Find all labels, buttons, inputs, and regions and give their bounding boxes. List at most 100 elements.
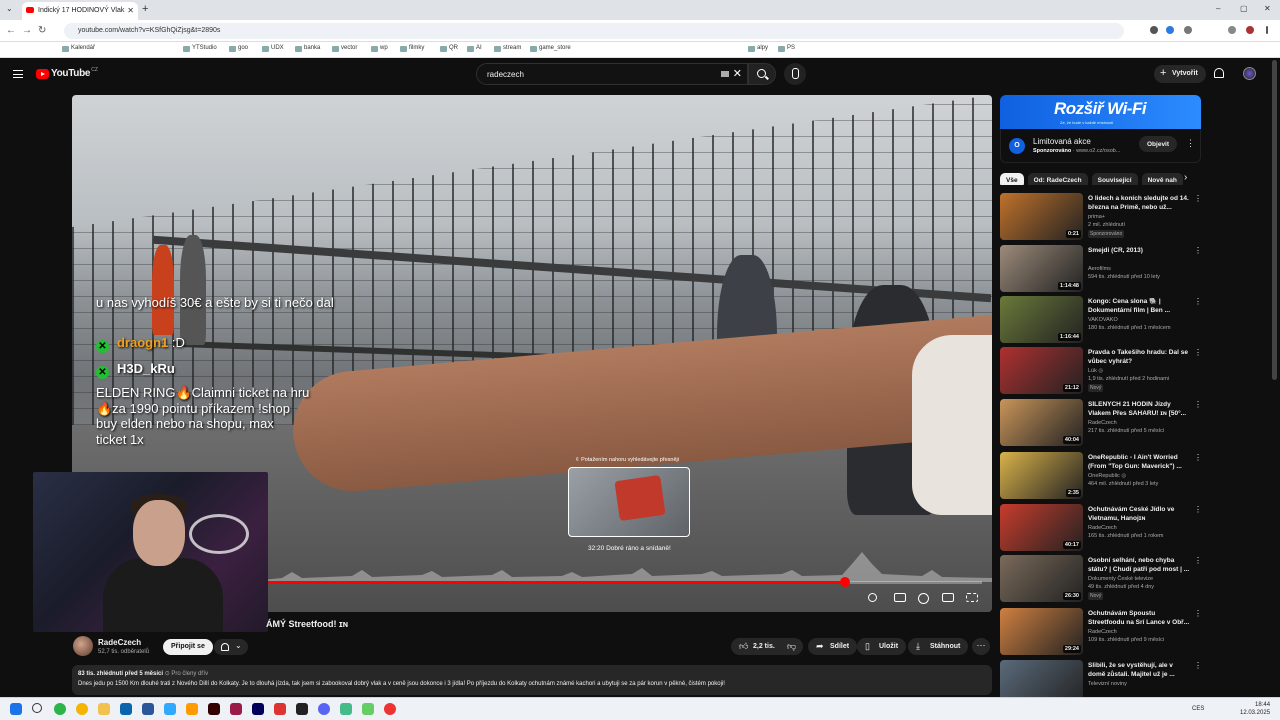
video-channel[interactable]: Televizní noviny xyxy=(1088,681,1127,687)
bookmark-item[interactable]: filmky xyxy=(400,45,424,52)
premiere-icon[interactable] xyxy=(252,703,264,715)
extension-icon[interactable] xyxy=(1228,26,1236,34)
autoplay-toggle-icon[interactable] xyxy=(868,593,877,602)
more-options-icon[interactable]: ⋮ xyxy=(1194,505,1202,514)
keyboard-icon[interactable] xyxy=(721,71,729,77)
menu-icon[interactable] xyxy=(13,70,23,78)
tab-close-icon[interactable]: ✕ xyxy=(127,6,134,15)
recommended-video[interactable]: 29:24 Ochutnávám Spoustu Streetfoodu na S… xyxy=(1000,608,1205,656)
miniplayer-icon[interactable] xyxy=(942,593,954,602)
video-thumbnail[interactable]: 21:12 xyxy=(1000,347,1083,394)
bookmark-item[interactable]: Kalendář xyxy=(62,45,95,52)
more-options-icon[interactable]: ⋮ xyxy=(1194,609,1202,618)
app-icon[interactable] xyxy=(362,703,374,715)
video-thumbnail[interactable]: 0:21 xyxy=(1000,193,1083,240)
video-channel[interactable]: RadeCzech xyxy=(1088,629,1117,635)
video-title[interactable]: O lidech a koních sledujte od 14. března… xyxy=(1088,195,1190,212)
bookmark-item[interactable]: AI xyxy=(467,45,482,52)
chip-from-channel[interactable]: Od: RadeCzech xyxy=(1027,173,1088,185)
chip-related[interactable]: Související xyxy=(1091,173,1138,185)
channel-avatar[interactable] xyxy=(73,636,93,656)
download-button[interactable]: ⤓ Stáhnout xyxy=(908,638,969,655)
bookmark-item[interactable]: YTStudio xyxy=(183,45,217,52)
app-icon[interactable] xyxy=(340,703,352,715)
video-thumbnail[interactable]: 1:14:48 xyxy=(1000,245,1083,292)
new-tab-icon[interactable]: + xyxy=(142,3,148,15)
language-indicator[interactable]: CES xyxy=(1192,706,1204,712)
extension-icon[interactable] xyxy=(1166,26,1174,34)
more-actions-icon[interactable]: ⋯ xyxy=(972,638,990,655)
video-channel[interactable]: VAKOVAKO xyxy=(1088,317,1118,323)
recommended-video[interactable]: 40:17 Ochutnávám České Jídlo ve Vietnamu,… xyxy=(1000,504,1205,552)
more-options-icon[interactable]: ⋮ xyxy=(1194,661,1202,670)
recommended-video[interactable]: 26:30 Osobní selhání, nebo chyba státu? |… xyxy=(1000,555,1205,603)
recommended-video[interactable]: 40:04 ŠÍLENÝCH 21 HODIN Jízdy Vlakem Přes… xyxy=(1000,399,1205,447)
notifications-icon[interactable] xyxy=(1214,68,1224,78)
chevron-right-icon[interactable]: › xyxy=(1184,172,1187,183)
video-channel[interactable]: Lük ◎ xyxy=(1088,368,1103,374)
bookmark-item[interactable]: vector xyxy=(332,45,357,52)
bookmark-item[interactable]: PS xyxy=(778,45,795,52)
spotify-icon[interactable] xyxy=(54,703,66,715)
ad-cta-button[interactable]: Objevit xyxy=(1139,136,1178,152)
chip-all[interactable]: Vše xyxy=(1000,173,1024,185)
video-title[interactable]: ŠÍLENÝCH 21 HODIN Jízdy Vlakem Přes SAHA… xyxy=(1088,401,1190,418)
video-channel[interactable]: prima+ xyxy=(1088,214,1105,220)
bookmark-item[interactable]: UDX xyxy=(262,45,284,52)
account-avatar[interactable] xyxy=(1243,67,1256,80)
search-input[interactable]: radeczech ✕ xyxy=(476,63,748,85)
fullscreen-icon[interactable] xyxy=(966,593,978,602)
voice-search-button[interactable] xyxy=(784,63,806,85)
bookmark-item[interactable]: game_store xyxy=(530,45,571,52)
more-options-icon[interactable]: ⋮ xyxy=(1194,400,1202,409)
bookmark-item[interactable]: wp xyxy=(371,45,388,52)
discord-icon[interactable] xyxy=(318,703,330,715)
explorer-icon[interactable] xyxy=(98,703,110,715)
video-title[interactable]: Slibili, že se vystěhují, ale v domě zůs… xyxy=(1088,662,1190,679)
video-thumbnail[interactable]: 26:30 xyxy=(1000,555,1083,602)
video-title[interactable]: Pravda o Takešiho hradu: Dal se vůbec vy… xyxy=(1088,349,1190,366)
subscribed-button[interactable]: ⌄ xyxy=(214,639,248,655)
video-channel[interactable]: RadeCzech xyxy=(1088,525,1117,531)
illustrator-icon[interactable] xyxy=(186,703,198,715)
bookmark-item[interactable]: banka xyxy=(295,45,320,52)
youtube-logo[interactable]: YouTube CZ xyxy=(36,67,98,79)
video-title[interactable]: Kongo: Cena slona 🐘 | Dokumentární film … xyxy=(1088,298,1190,315)
search-button[interactable] xyxy=(748,63,776,85)
join-button[interactable]: Připojit se xyxy=(163,639,213,655)
create-button[interactable]: + Vytvořit xyxy=(1154,65,1206,83)
video-channel[interactable]: OneRepublic ◎ xyxy=(1088,473,1126,479)
obs-icon[interactable] xyxy=(296,703,308,715)
recommended-video[interactable]: 21:12 Pravda o Takešiho hradu: Dal se vůb… xyxy=(1000,347,1205,395)
reload-icon[interactable]: ↻ xyxy=(38,25,46,36)
chrome-icon[interactable] xyxy=(76,703,88,715)
video-title[interactable]: Šmejdi (ČR, 2013) xyxy=(1088,247,1190,256)
url-field[interactable]: youtube.com/watch?v=KSfGhQiZjsg&t=2890s xyxy=(64,23,1124,39)
bookmark-item[interactable]: goo xyxy=(229,45,248,52)
forward-icon[interactable]: → xyxy=(22,25,32,36)
video-thumbnail[interactable]: 2:35 xyxy=(1000,452,1083,499)
browser-tab[interactable]: Indický 17 HODINOVÝ Vlak ✕ xyxy=(22,2,138,20)
bookmark-item[interactable]: stream xyxy=(494,45,521,52)
recommended-video[interactable]: 2:35 OneRepublic - I Ain't Worried (From … xyxy=(1000,452,1205,500)
ad-info[interactable]: O Limitovaná akce Sponzorováno · www.o2.… xyxy=(1000,129,1201,163)
dislike-button[interactable]: 👎︎ xyxy=(781,638,803,655)
clear-search-icon[interactable]: ✕ xyxy=(733,67,742,80)
profile-avatar[interactable] xyxy=(1246,26,1254,34)
video-thumbnail[interactable]: 40:04 xyxy=(1000,399,1083,446)
video-channel[interactable]: Aerofilms xyxy=(1088,266,1111,272)
back-icon[interactable]: ← xyxy=(6,25,16,36)
bookmark-item[interactable]: alpy xyxy=(748,45,768,52)
acrobat-icon[interactable] xyxy=(274,703,286,715)
video-title[interactable]: Ochutnávám České Jídlo ve Vietnamu, Hano… xyxy=(1088,506,1190,523)
more-options-icon[interactable]: ⋮ xyxy=(1194,297,1202,306)
more-options-icon[interactable]: ⋮ xyxy=(1194,453,1202,462)
more-options-icon[interactable]: ⋮ xyxy=(1194,348,1202,357)
channel-name[interactable]: RadeCzech xyxy=(98,638,141,647)
page-scrollbar[interactable] xyxy=(1272,60,1277,380)
extension-icon[interactable] xyxy=(1184,26,1192,34)
photoshop-icon[interactable] xyxy=(164,703,176,715)
video-thumbnail[interactable]: 29:24 xyxy=(1000,608,1083,655)
more-options-icon[interactable]: ⋮ xyxy=(1194,556,1202,565)
browser-menu-icon[interactable] xyxy=(1266,26,1268,34)
